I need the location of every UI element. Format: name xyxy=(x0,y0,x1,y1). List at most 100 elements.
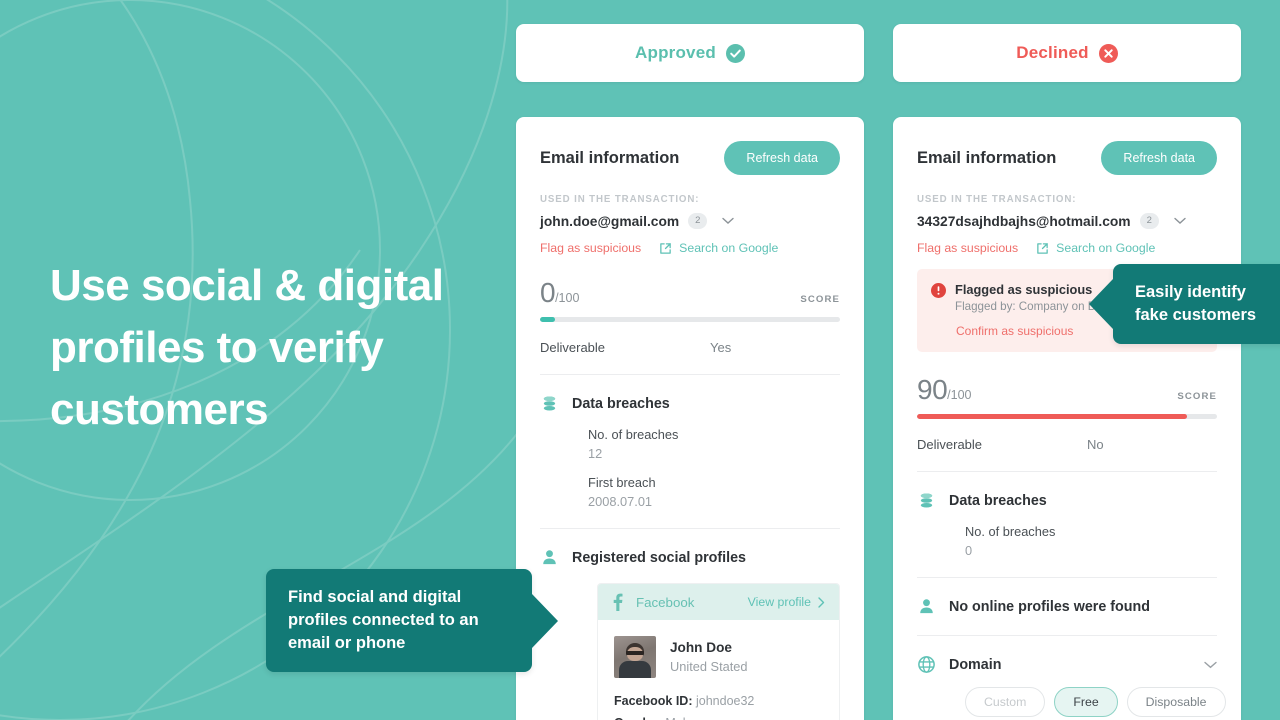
section-header[interactable]: Domain xyxy=(917,655,1217,674)
breach-count-label: No. of breaches xyxy=(588,427,679,442)
section-data-breaches: Data breaches No. of breaches 0 xyxy=(917,472,1217,578)
view-profile-label: View profile xyxy=(747,595,811,609)
email-count-badge: 2 xyxy=(688,213,708,229)
view-profile-link[interactable]: View profile xyxy=(748,595,825,609)
score-bar xyxy=(917,414,1217,419)
deliverable-label: Deliverable xyxy=(540,340,606,355)
breach-count-value: 0 xyxy=(965,543,973,558)
section-header: No online profiles were found xyxy=(917,597,1217,616)
refresh-data-button[interactable]: Refresh data xyxy=(724,141,840,175)
deliverable-row: Deliverable Yes xyxy=(540,340,840,375)
score-bar-fill xyxy=(540,317,555,322)
deliverable-value: No xyxy=(1087,437,1104,452)
x-circle-icon xyxy=(1098,43,1118,63)
score-row: 90/100 SCORE xyxy=(917,374,1217,406)
chevron-down-icon[interactable] xyxy=(722,217,735,225)
email-count-badge: 2 xyxy=(1139,213,1159,229)
flag-as-suspicious-link[interactable]: Flag as suspicious xyxy=(540,241,641,255)
breach-count-label: No. of breaches xyxy=(965,524,1056,539)
first-breach-item: First breach 2008.07.01 xyxy=(588,475,840,509)
breach-count-value: 12 xyxy=(588,446,603,461)
hero: Use social & digital profiles to verify … xyxy=(50,255,490,441)
person-icon xyxy=(540,548,559,567)
breach-count-item: No. of breaches 0 xyxy=(965,524,1217,558)
external-link-icon xyxy=(659,242,672,255)
email-address: john.doe@gmail.com xyxy=(540,213,680,229)
score-bar xyxy=(540,317,840,322)
section-domain: Domain Custom Free Disposable xyxy=(917,636,1226,720)
card-header: Email information Refresh data xyxy=(540,141,840,175)
email-actions: Flag as suspicious Search on Google xyxy=(917,241,1217,255)
person-icon xyxy=(917,597,936,616)
check-circle-icon xyxy=(725,43,745,63)
profile-field: Facebook ID: johndoe32 xyxy=(614,694,823,708)
database-icon xyxy=(540,394,559,413)
callout-left: Find social and digital profiles connect… xyxy=(266,569,532,672)
globe-icon xyxy=(917,655,936,674)
avatar xyxy=(614,636,656,678)
page-title: Use social & digital profiles to verify … xyxy=(50,261,444,434)
score-caption: SCORE xyxy=(1177,391,1217,402)
tab-declined-label: Declined xyxy=(1016,43,1089,62)
profile-country: United Stated xyxy=(670,659,748,674)
section-header: Data breaches xyxy=(540,394,840,413)
facebook-icon xyxy=(612,593,623,611)
first-breach-label: First breach xyxy=(588,475,656,490)
section-header: Data breaches xyxy=(917,491,1217,510)
flag-as-suspicious-link[interactable]: Flag as suspicious xyxy=(917,241,1018,255)
used-in-transaction-label: USED IN THE TRANSACTION: xyxy=(540,194,700,205)
score-bar-fill xyxy=(917,414,1187,419)
section-header: Registered social profiles xyxy=(540,548,840,567)
chevron-down-icon[interactable] xyxy=(1204,661,1217,669)
tab-declined[interactable]: Declined xyxy=(893,24,1241,82)
external-link-icon xyxy=(1036,242,1049,255)
score-caption: SCORE xyxy=(800,294,840,305)
domain-chip-free[interactable]: Free xyxy=(1054,687,1118,717)
section-no-online-profiles: No online profiles were found xyxy=(917,578,1217,636)
used-in-transaction-label: USED IN THE TRANSACTION: xyxy=(917,194,1077,205)
profile-field: Gender: Male xyxy=(614,716,823,720)
tab-approved[interactable]: Approved xyxy=(516,24,864,82)
section-data-breaches: Data breaches No. of breaches 12 First b… xyxy=(540,375,840,529)
section-title: Data breaches xyxy=(949,492,1047,509)
field-key: Gender: xyxy=(614,716,662,720)
facebook-network-label: Facebook xyxy=(636,594,695,610)
profile-fields: Facebook ID: johndoe32 Gender: Male Age:… xyxy=(614,694,823,720)
approved-card: Email information Refresh data USED IN T… xyxy=(516,117,864,720)
score-value: 90 xyxy=(917,374,948,405)
field-value: johndoe32 xyxy=(695,694,755,708)
search-on-google-link[interactable]: Search on Google xyxy=(659,241,778,255)
score-denominator: /100 xyxy=(555,291,580,305)
alert-circle-icon xyxy=(931,283,946,298)
email-row[interactable]: john.doe@gmail.com 2 xyxy=(540,213,840,229)
score-row: 0/100 SCORE xyxy=(540,277,840,309)
email-row[interactable]: 34327dsajhdbajhs@hotmail.com 2 xyxy=(917,213,1217,229)
refresh-data-button[interactable]: Refresh data xyxy=(1101,141,1217,175)
section-title: Domain xyxy=(949,656,1002,673)
domain-chip-custom[interactable]: Custom xyxy=(965,687,1046,717)
chevron-down-icon[interactable] xyxy=(1174,217,1186,225)
profile-name: John Doe xyxy=(670,640,732,655)
facebook-card-header: Facebook View profile xyxy=(598,584,839,620)
deliverable-row: Deliverable No xyxy=(917,437,1217,472)
panel-declined: Declined Email information Refresh data … xyxy=(893,24,1241,720)
domain-chips: Custom Free Disposable xyxy=(965,687,1226,717)
chevron-right-icon xyxy=(818,596,825,608)
facebook-profile-card: Facebook View profile John Doe United St… xyxy=(597,583,840,720)
domain-chip-disposable[interactable]: Disposable xyxy=(1126,687,1226,717)
facebook-card-body: John Doe United Stated Facebook ID: john… xyxy=(598,620,839,720)
callout-right: Easily identify fake customers xyxy=(1113,264,1280,344)
panel-approved: Approved Email information Refresh data … xyxy=(516,24,864,720)
card-header: Email information Refresh data xyxy=(917,141,1217,175)
deliverable-value: Yes xyxy=(710,340,732,355)
breach-count-item: No. of breaches 12 xyxy=(588,427,840,461)
section-title: Data breaches xyxy=(572,395,670,412)
score-denominator: /100 xyxy=(947,388,972,402)
score-value: 0 xyxy=(540,277,556,308)
search-on-google-label: Search on Google xyxy=(679,241,779,255)
database-icon xyxy=(917,491,936,510)
section-social-profiles: Registered social profiles Facebook View… xyxy=(540,529,840,720)
search-on-google-link[interactable]: Search on Google xyxy=(1036,241,1155,255)
profile-person: John Doe United Stated xyxy=(614,636,823,678)
email-actions: Flag as suspicious Search on Google xyxy=(540,241,840,255)
